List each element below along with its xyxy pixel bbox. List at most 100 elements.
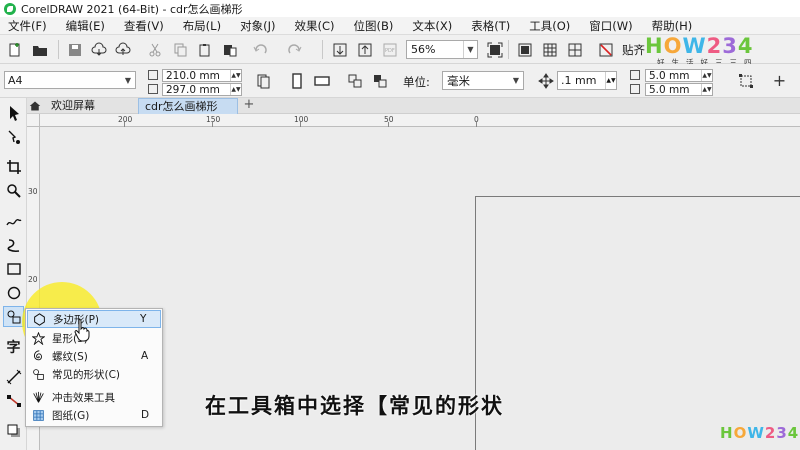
import-button[interactable] bbox=[330, 40, 349, 59]
pointer-icon bbox=[9, 105, 19, 121]
freehand-tool[interactable] bbox=[3, 210, 24, 231]
new-tab-button[interactable]: + bbox=[242, 98, 256, 113]
cut-button[interactable] bbox=[145, 40, 164, 59]
spinner-icon[interactable]: ▲▼ bbox=[701, 84, 712, 95]
page-height-field[interactable]: 297.0 mm ▲▼ bbox=[162, 83, 242, 96]
menu-layout[interactable]: 布局(L) bbox=[175, 18, 232, 34]
horizontal-ruler[interactable]: 200 150 100 50 0 bbox=[40, 114, 800, 127]
dimension-icon bbox=[6, 369, 21, 384]
polygon-tool-group[interactable] bbox=[3, 306, 24, 327]
drop-shadow-icon bbox=[7, 424, 20, 437]
drop-shadow-tool[interactable] bbox=[3, 420, 24, 441]
flyout-item-label: 冲击效果工具 bbox=[52, 391, 115, 404]
all-pages-button[interactable] bbox=[253, 71, 272, 90]
pdf-icon: PDF bbox=[383, 43, 396, 56]
export-button[interactable] bbox=[355, 40, 374, 59]
connector-icon bbox=[6, 394, 21, 407]
open-button[interactable] bbox=[30, 40, 49, 59]
flyout-item-label: 星形(S) bbox=[52, 332, 88, 345]
pick-tool[interactable] bbox=[3, 102, 24, 123]
duplicate-distance-y-field[interactable]: 5.0 mm ▲▼ bbox=[645, 83, 713, 96]
save-button[interactable] bbox=[65, 40, 84, 59]
portrait-button[interactable] bbox=[287, 71, 306, 90]
crop-tool[interactable] bbox=[3, 156, 24, 177]
menu-table[interactable]: 表格(T) bbox=[463, 18, 521, 34]
current-page-button[interactable] bbox=[370, 71, 389, 90]
menu-bar: 文件(F) 编辑(E) 查看(V) 布局(L) 对象(J) 效果(C) 位图(B… bbox=[0, 17, 800, 35]
rectangle-tool[interactable] bbox=[3, 258, 24, 279]
artistic-media-icon bbox=[7, 238, 19, 252]
menu-window[interactable]: 窗口(W) bbox=[581, 18, 643, 34]
nudge-distance-field[interactable]: .1 mm ▲▼ bbox=[557, 71, 617, 90]
text-tool[interactable]: 字 bbox=[3, 336, 24, 357]
watermark-bottom: HOW234 bbox=[720, 422, 799, 444]
current-page-icon bbox=[373, 74, 386, 87]
ruler-origin[interactable] bbox=[27, 114, 40, 127]
all-pages-layout-button[interactable] bbox=[345, 71, 364, 90]
menu-object[interactable]: 对象(J) bbox=[232, 18, 286, 34]
new-document-icon bbox=[9, 42, 19, 56]
menu-edit[interactable]: 编辑(E) bbox=[58, 18, 116, 34]
menu-file[interactable]: 文件(F) bbox=[0, 18, 58, 34]
shape-tool[interactable] bbox=[3, 126, 24, 147]
zoom-tool[interactable] bbox=[3, 180, 24, 201]
flyout-item-polygon[interactable]: 多边形(P) Y bbox=[27, 310, 161, 328]
show-rulers-button[interactable] bbox=[515, 40, 534, 59]
unit-label: 单位: bbox=[403, 75, 430, 89]
export-icon bbox=[358, 43, 371, 56]
full-screen-button[interactable] bbox=[485, 40, 504, 59]
flyout-item-label: 常见的形状(C) bbox=[52, 368, 121, 381]
page-size-select[interactable]: A4 ▼ bbox=[4, 71, 136, 89]
spinner-icon[interactable]: ▲▼ bbox=[701, 70, 712, 81]
menu-effects[interactable]: 效果(C) bbox=[286, 18, 345, 34]
tab-welcome-screen[interactable]: 欢迎屏幕 bbox=[45, 98, 138, 114]
home-tab[interactable] bbox=[27, 98, 42, 113]
flyout-item-spiral[interactable]: 螺纹(S) A bbox=[27, 347, 161, 365]
cloud-download-button[interactable] bbox=[89, 40, 108, 59]
snap-to-label[interactable]: 贴齐 bbox=[622, 42, 645, 58]
duplicate-x-icon bbox=[630, 70, 640, 80]
menu-bitmaps[interactable]: 位图(B) bbox=[345, 18, 404, 34]
new-document-button[interactable] bbox=[5, 40, 24, 59]
add-button[interactable]: + bbox=[770, 71, 789, 90]
landscape-button[interactable] bbox=[312, 71, 331, 90]
connector-tool[interactable] bbox=[3, 390, 24, 411]
cloud-upload-button[interactable] bbox=[113, 40, 132, 59]
spinner-icon[interactable]: ▲▼ bbox=[230, 70, 241, 81]
hand-cursor-icon bbox=[74, 319, 90, 342]
flyout-item-common-shapes[interactable]: 常见的形状(C) bbox=[27, 365, 161, 383]
menu-view[interactable]: 查看(V) bbox=[116, 18, 175, 34]
export-pdf-button[interactable]: PDF bbox=[380, 40, 399, 59]
spinner-icon[interactable]: ▲▼ bbox=[230, 84, 241, 95]
page-width-field[interactable]: 210.0 mm ▲▼ bbox=[162, 69, 242, 82]
zoom-level-select[interactable]: 56% ▼ bbox=[406, 40, 478, 59]
flyout-item-shortcut: Y bbox=[140, 313, 147, 325]
ellipse-tool[interactable] bbox=[3, 282, 24, 303]
menu-text[interactable]: 文本(X) bbox=[404, 18, 463, 34]
portrait-icon bbox=[291, 72, 302, 89]
tutorial-subtitle: 在工具箱中选择【常见的形状 bbox=[205, 394, 504, 418]
impact-effect-icon bbox=[32, 391, 44, 403]
flyout-item-star[interactable]: 星形(S) bbox=[27, 329, 161, 347]
flyout-item-graph-paper[interactable]: 图纸(G) D bbox=[27, 406, 161, 424]
ruler-label: 30 bbox=[28, 187, 38, 196]
menu-help[interactable]: 帮助(H) bbox=[644, 18, 704, 34]
redo-button[interactable] bbox=[285, 40, 304, 59]
chevron-down-icon: ▼ bbox=[512, 76, 520, 85]
menu-tools[interactable]: 工具(O) bbox=[521, 18, 581, 34]
unit-select[interactable]: 毫米 ▼ bbox=[442, 71, 524, 90]
duplicate-distance-x-field[interactable]: 5.0 mm ▲▼ bbox=[645, 69, 713, 82]
artistic-media-tool[interactable] bbox=[3, 234, 24, 255]
tab-document[interactable]: cdr怎么画梯形 bbox=[138, 98, 238, 114]
parallel-dimension-tool[interactable] bbox=[3, 366, 24, 387]
spinner-icon[interactable]: ▲▼ bbox=[605, 72, 616, 89]
show-grid-button[interactable] bbox=[540, 40, 559, 59]
show-guidelines-button[interactable] bbox=[565, 40, 584, 59]
flyout-item-impact-effect[interactable]: 冲击效果工具 bbox=[27, 388, 161, 406]
copy-button[interactable] bbox=[170, 40, 189, 59]
undo-button[interactable] bbox=[250, 40, 269, 59]
snap-off-button[interactable] bbox=[596, 40, 615, 59]
clipboard-button[interactable] bbox=[220, 40, 239, 59]
paste-button[interactable] bbox=[195, 40, 214, 59]
treat-as-filled-button[interactable] bbox=[736, 71, 755, 90]
